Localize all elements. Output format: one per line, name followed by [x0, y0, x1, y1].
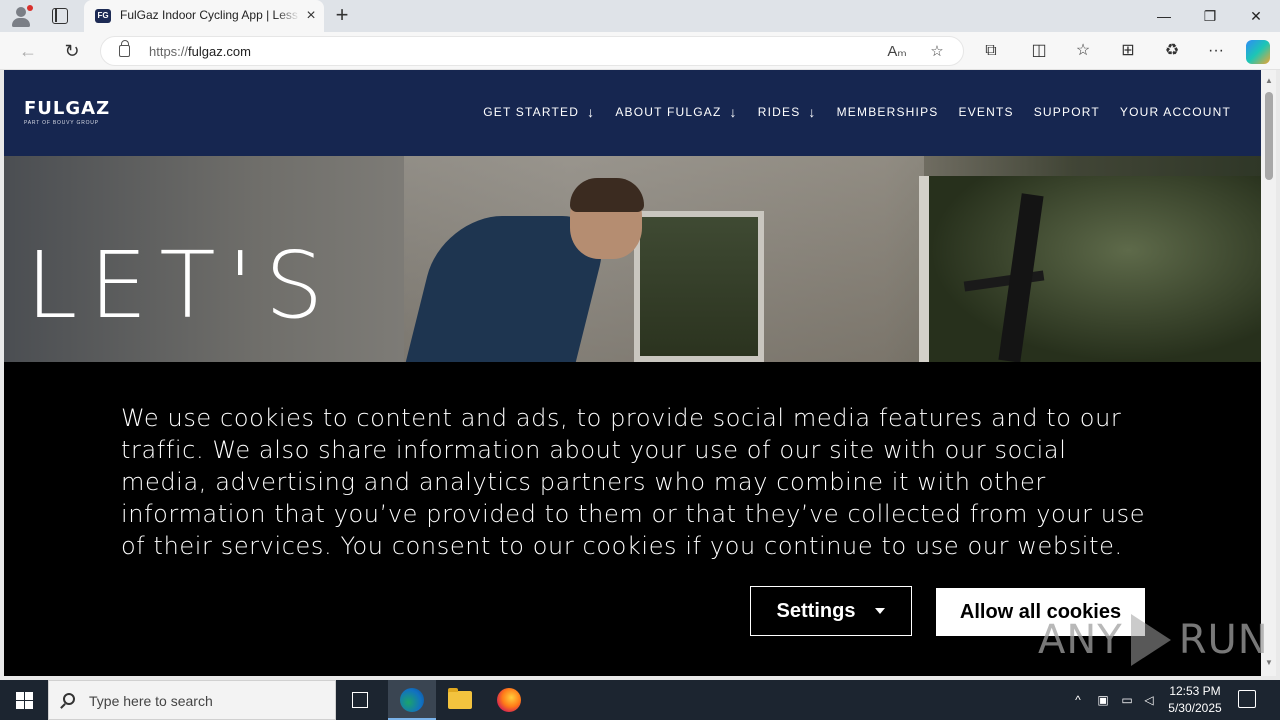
edge-icon[interactable]	[400, 688, 424, 712]
close-tab-icon[interactable]: ×	[302, 7, 320, 25]
favorite-star-icon[interactable]: ☆	[927, 42, 947, 62]
network-icon[interactable]: ▭	[1118, 680, 1136, 720]
windows-start-button[interactable]	[0, 680, 48, 720]
favorites-icon[interactable]: ☆	[1072, 40, 1094, 62]
taskbar-clock[interactable]: 12:53 PM 5/30/2025	[1160, 683, 1230, 717]
nav-label: ABOUT FULGAZ	[615, 105, 722, 119]
tab-actions-icon[interactable]	[52, 8, 68, 24]
split-screen-icon[interactable]: ◫	[1028, 40, 1050, 62]
more-menu-icon[interactable]: ···	[1205, 40, 1227, 62]
refresh-button[interactable]: ↻	[60, 39, 84, 63]
close-window-button[interactable]: ✕	[1244, 4, 1268, 28]
address-bar[interactable]: https://fulgaz.com Aₘ ☆	[100, 36, 964, 66]
url-text[interactable]: https://fulgaz.com	[149, 44, 251, 59]
nav-about-fulgaz[interactable]: ABOUT FULGAZ ↓	[615, 104, 737, 120]
nav-events[interactable]: EVENTS	[959, 105, 1014, 119]
clock-time: 12:53 PM	[1169, 684, 1221, 698]
settings-label: Settings	[776, 599, 856, 622]
browser-tab-bar: FG FulGaz Indoor Cycling App | Less × + …	[0, 0, 1280, 32]
firefox-icon[interactable]	[497, 688, 521, 712]
hero-window	[634, 211, 764, 362]
new-tab-button[interactable]: +	[330, 4, 354, 28]
fulgaz-logo[interactable]: FULGAZ PART OF BOUVY GROUP	[24, 98, 111, 127]
watermark-play-icon	[1130, 614, 1171, 666]
hero-window-trees	[919, 176, 1261, 362]
nav-rides[interactable]: RIDES ↓	[758, 104, 817, 120]
collections-icon[interactable]: ⊞	[1117, 40, 1139, 62]
copilot-icon[interactable]	[1246, 40, 1270, 64]
url-scheme: https://	[149, 44, 189, 59]
watermark-left: ANY	[1038, 617, 1123, 663]
search-icon	[63, 693, 75, 705]
windows-taskbar: Type here to search ^ ▣ ▭ ◁ 12:53 PM 5/3…	[0, 680, 1280, 720]
site-header: FULGAZ PART OF BOUVY GROUP GET STARTED ↓ …	[4, 70, 1261, 156]
arrow-down-icon: ↓	[587, 104, 596, 120]
cookie-settings-button[interactable]: Settings	[750, 586, 912, 636]
notifications-icon[interactable]	[1238, 690, 1256, 708]
nav-get-started[interactable]: GET STARTED ↓	[483, 104, 595, 120]
performance-icon[interactable]: ♻	[1161, 40, 1183, 62]
address-toolbar: ← ↻ https://fulgaz.com Aₘ ☆ ⧉ ◫ ☆ ⊞ ♻ ··…	[0, 32, 1280, 70]
read-aloud-icon[interactable]: Aₘ	[887, 42, 907, 62]
url-host: fulgaz.com	[188, 44, 251, 59]
hero-heading: LET'S	[26, 232, 336, 339]
main-nav: GET STARTED ↓ ABOUT FULGAZ ↓ RIDES ↓ MEMBER…	[483, 104, 1231, 120]
search-placeholder: Type here to search	[89, 693, 213, 709]
watermark-right: RUN	[1178, 617, 1269, 663]
logo-wordmark: FULGAZ	[24, 98, 111, 119]
nav-label: RIDES	[757, 105, 801, 119]
file-explorer-icon[interactable]	[448, 688, 472, 709]
arrow-down-icon: ↓	[729, 104, 738, 120]
caret-down-icon	[875, 608, 886, 614]
lock-icon[interactable]	[119, 40, 130, 57]
back-button[interactable]: ←	[16, 39, 40, 63]
minimize-button[interactable]: —	[1152, 4, 1176, 28]
extensions-icon[interactable]: ⧉	[980, 40, 1002, 62]
page-viewport: FULGAZ PART OF BOUVY GROUP GET STARTED ↓ …	[4, 70, 1261, 676]
scroll-up-icon[interactable]: ▲	[1264, 76, 1274, 86]
nav-label: GET STARTED	[483, 105, 580, 119]
device-icon[interactable]: ▣	[1094, 680, 1112, 720]
logo-tagline: PART OF BOUVY GROUP	[24, 120, 99, 126]
volume-icon[interactable]: ◁	[1140, 680, 1158, 720]
nav-your-account[interactable]: YOUR ACCOUNT	[1120, 105, 1231, 119]
fulgaz-favicon-icon: FG	[95, 9, 111, 23]
anyrun-watermark: ANY RUN	[1038, 610, 1269, 670]
cookie-text: We use cookies to content and ads, to pr…	[121, 404, 1146, 560]
arrow-down-icon: ↓	[808, 104, 817, 120]
profile-avatar-icon[interactable]	[10, 5, 33, 27]
tab-title: FulGaz Indoor Cycling App | Less	[120, 8, 300, 22]
taskbar-search-box[interactable]: Type here to search	[48, 680, 336, 720]
browser-tab-fulgaz[interactable]: FG FulGaz Indoor Cycling App | Less ×	[84, 0, 324, 32]
page-scrollbar[interactable]: ▲ ▼	[1261, 70, 1276, 676]
nav-memberships[interactable]: MEMBERSHIPS	[837, 105, 939, 119]
task-view-icon[interactable]	[352, 692, 368, 708]
hero-banner: LET'S	[4, 156, 1261, 362]
tray-chevron-icon[interactable]: ^	[1070, 680, 1086, 720]
clock-date: 5/30/2025	[1168, 701, 1222, 715]
scrollbar-thumb[interactable]	[1265, 92, 1273, 180]
nav-support[interactable]: SUPPORT	[1034, 105, 1100, 119]
restore-button[interactable]: ❐	[1198, 4, 1222, 28]
